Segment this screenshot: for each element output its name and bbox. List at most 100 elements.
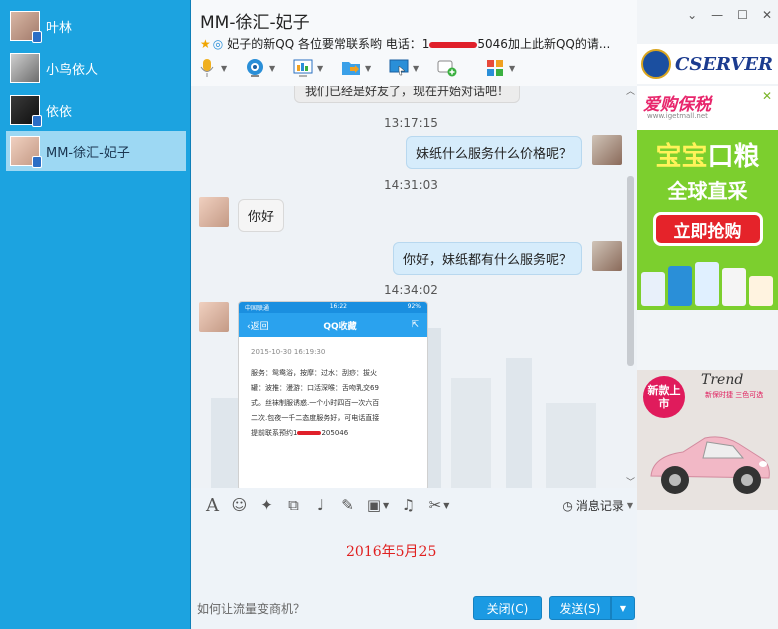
close-button[interactable]: 关闭(C) xyxy=(473,596,542,620)
contact-item-yiyi[interactable]: 依依 xyxy=(6,90,186,130)
phone-status-bar: 中国联通 16:22 92% xyxy=(239,302,427,313)
product-images xyxy=(641,260,773,306)
product-can xyxy=(749,276,773,306)
redaction-mark xyxy=(429,41,478,48)
chevron-down-icon[interactable]: ▼ xyxy=(317,64,323,73)
file-transfer-icon xyxy=(341,58,361,78)
message-input[interactable]: 2016年5月25 xyxy=(191,522,637,592)
mobile-online-icon xyxy=(32,156,42,168)
voice-icon[interactable]: ♩ xyxy=(307,493,334,517)
carrier: 中国联通 xyxy=(245,305,270,312)
image-message[interactable]: 中国联通 16:22 92% ‹返回 QQ收藏 ⇱ 2015-10-30 16:… xyxy=(238,301,428,488)
ad-headline: 宝宝口粮 xyxy=(655,142,760,172)
my-avatar[interactable] xyxy=(592,135,622,165)
edit-icon[interactable]: ✎ xyxy=(334,493,361,517)
music-icon[interactable]: ♫ xyxy=(395,493,422,517)
redaction-mark xyxy=(297,431,322,435)
avatar xyxy=(10,53,40,83)
close-icon[interactable]: ✕ xyxy=(762,8,772,22)
send-options-button[interactable]: ▼ xyxy=(611,596,635,620)
buy-now-button[interactable]: 立即抢购 xyxy=(652,212,763,246)
signature-prefix: 妃子的新QQ 各位要常联系哟 电话：1 xyxy=(227,37,430,51)
signature-line: ★ ◎ 妃子的新QQ 各位要常联系哟 电话：1 5046加上此新QQ的请... xyxy=(200,35,630,52)
igetmall-ad[interactable]: 爱购保税 www.igetmall.net ✕ 宝宝口粮 全球直采 立即抢购 xyxy=(637,86,778,310)
image-icon[interactable]: ▣ ▼ xyxy=(361,493,395,517)
product-can xyxy=(668,266,692,306)
note-line: 式。丝袜制服诱惑.一个小时四百一次六百 xyxy=(251,399,380,407)
contact-name: MM-徐汇-妃子 xyxy=(46,145,130,161)
new-arrival-badge: 新款上市 xyxy=(643,376,685,418)
product-can xyxy=(695,262,719,306)
cserver-logo-icon xyxy=(641,49,671,79)
apps-button[interactable]: ▼ xyxy=(485,56,533,80)
scroll-up-icon[interactable]: ︿ xyxy=(626,86,635,97)
clip-icon[interactable]: ⧉ xyxy=(280,493,307,517)
contact-item-feizi[interactable]: MM-徐汇-妃子 xyxy=(6,131,186,171)
emoji-icon[interactable]: ☺ xyxy=(226,493,253,517)
screen-share-icon xyxy=(293,58,313,78)
chevron-down-icon[interactable]: ▼ xyxy=(509,64,515,73)
message-bubble-sent[interactable]: 妹纸什么服务什么价格呢？ xyxy=(405,136,582,169)
contact-name: 依依 xyxy=(46,104,73,120)
font-icon[interactable]: A xyxy=(199,493,226,517)
send-button[interactable]: 发送(S) xyxy=(549,596,611,620)
apps-grid-icon xyxy=(485,58,505,78)
microphone-icon xyxy=(197,58,217,78)
maximize-icon[interactable]: ☐ xyxy=(737,8,748,22)
avatar xyxy=(10,11,42,43)
message-bubble-received[interactable]: 你好 xyxy=(238,199,285,232)
note-line: 二次.包夜一千二态度服务好，可电话直接 xyxy=(251,414,380,422)
chevron-down-icon[interactable]: ▼ xyxy=(221,64,227,73)
scroll-thumb[interactable] xyxy=(627,176,634,366)
back-link: ‹返回 xyxy=(247,321,269,332)
chevron-down-icon[interactable]: ▼ xyxy=(365,64,371,73)
product-can xyxy=(641,272,665,306)
minimize-icon[interactable]: — xyxy=(711,8,723,22)
chat-scrollbar[interactable]: ︿ ﹀ xyxy=(626,86,635,488)
qq-status-icon: ◎ xyxy=(212,37,224,51)
share-icon: ⇱ xyxy=(411,320,419,330)
clock: 16:22 xyxy=(329,303,347,310)
toy-car-image xyxy=(650,436,770,494)
phone-nav-bar: ‹返回 QQ收藏 ⇱ xyxy=(239,313,427,337)
message-timestamp: 14:34:02 xyxy=(384,283,438,297)
message-bubble-sent[interactable]: 你好，妹纸都有什么服务呢？ xyxy=(392,242,582,275)
ad-close-icon[interactable]: ✕ xyxy=(762,89,772,103)
toy-car-ad[interactable]: 新款上市 Trend 新保时捷 三色可选 xyxy=(637,370,778,510)
contact-item-yelin[interactable]: 叶林 xyxy=(6,6,186,46)
message-area[interactable]: 我们已经是好友了，现在开始对话吧！ 13:17:15 妹纸什么服务什么价格呢？ … xyxy=(191,86,637,488)
note-date: 2015-10-30 16:19:30 xyxy=(251,348,326,356)
video-call-button[interactable]: ▼ xyxy=(245,56,293,80)
message-history-button[interactable]: ◷ 消息记录 ▼ xyxy=(562,497,633,514)
nav-title: QQ收藏 xyxy=(323,321,357,332)
igetmall-site: www.igetmall.net xyxy=(647,112,708,120)
input-toolbar: A ☺ ✦ ⧉ ♩ ✎ ▣ ▼ ♫ ✂ ▼ ◷ 消息记录 ▼ xyxy=(191,488,637,522)
trend-subtitle: 新保时捷 三色可选 xyxy=(705,391,764,399)
cserver-banner[interactable]: CSERVER xyxy=(637,44,778,84)
voice-call-button[interactable]: ▼ xyxy=(197,56,245,80)
contact-item-xiaoniaoyiren[interactable]: 小鸟依人 xyxy=(6,48,186,88)
product-can xyxy=(722,268,746,306)
invite-chat-button[interactable] xyxy=(437,56,485,80)
mobile-online-icon xyxy=(32,31,42,43)
chevron-down-icon[interactable]: ▼ xyxy=(269,64,275,73)
contact-avatar[interactable] xyxy=(199,197,229,227)
file-transfer-button[interactable]: ▼ xyxy=(341,56,389,80)
igetmall-header: 爱购保税 www.igetmall.net ✕ xyxy=(637,86,778,130)
my-avatar[interactable] xyxy=(592,241,622,271)
magic-icon[interactable]: ✦ xyxy=(253,493,280,517)
promo-tip-link[interactable]: 如何让流量变商机？ xyxy=(197,600,305,617)
screen-share-button[interactable]: ▼ xyxy=(293,56,341,80)
contact-name: 小鸟依人 xyxy=(46,62,99,78)
ad-panel: ⌄ — ☐ ✕ CSERVER 爱购保税 www.igetmall.net ✕ … xyxy=(637,0,778,629)
chevron-down-icon[interactable]: ▼ xyxy=(413,64,419,73)
collapse-icon[interactable]: ⌄ xyxy=(687,8,697,22)
contact-avatar[interactable] xyxy=(199,302,229,332)
note-line: 罐：波推：漫游：口活深喉：舌吻乳交69 xyxy=(251,384,379,392)
star-icon[interactable]: ★ xyxy=(200,37,211,51)
chat-footer: 如何让流量变商机？ 关闭(C) 发送(S) ▼ xyxy=(191,592,637,629)
ad-subheadline: 全球直采 xyxy=(667,179,748,203)
scroll-down-icon[interactable]: ﹀ xyxy=(626,475,635,488)
remote-desktop-button[interactable]: ▼ xyxy=(389,56,437,80)
screenshot-scissor-icon[interactable]: ✂ ▼ xyxy=(422,493,456,517)
